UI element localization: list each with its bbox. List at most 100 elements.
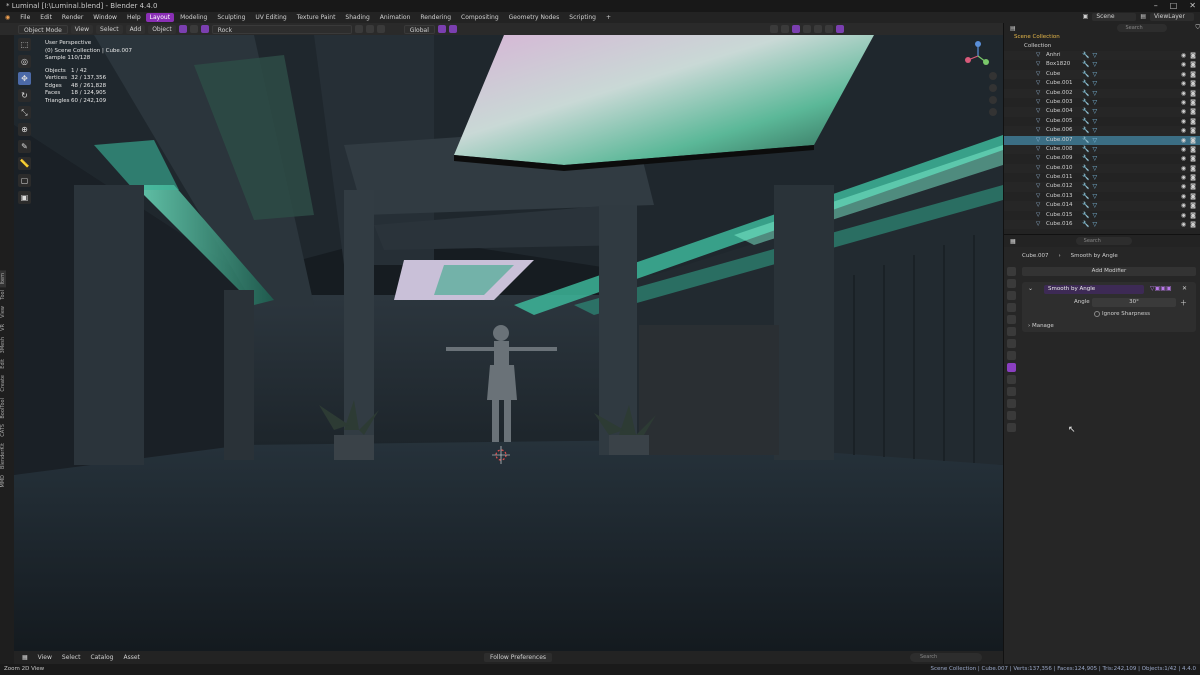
extra-tool-icon[interactable]: ▣	[18, 191, 31, 204]
eye-icon[interactable]: ◉	[1181, 136, 1186, 145]
shading-rendered-icon[interactable]	[835, 25, 844, 33]
measure-icon[interactable]: 📏	[18, 157, 31, 170]
outliner-item[interactable]: ▽ Cube.003 🔧 ▽ ◉ ◙	[1004, 98, 1200, 107]
transform-pivot-icon[interactable]	[200, 25, 209, 33]
transform-icon[interactable]: ⊕	[18, 123, 31, 136]
tab-geometry-nodes[interactable]: Geometry Nodes	[505, 13, 564, 22]
tab-item[interactable]: Item	[0, 270, 6, 288]
outliner-item[interactable]: ▽ Cube.009 🔧 ▽ ◉ ◙	[1004, 154, 1200, 163]
perspective-toggle-icon[interactable]	[989, 108, 997, 116]
tab-blenderkit[interactable]: BlenderKit	[0, 440, 6, 472]
mesh-data-icon[interactable]: ▽	[1092, 220, 1097, 229]
eye-icon[interactable]: ◉	[1181, 201, 1186, 210]
modifier-name-field[interactable]: Smooth by Angle	[1044, 285, 1144, 294]
output-tab-icon[interactable]	[1006, 291, 1016, 300]
filter-icon[interactable]: ⛉	[1195, 24, 1200, 32]
modifier-icon[interactable]: 🔧	[1082, 220, 1089, 229]
modifier-icon[interactable]: 🔧	[1082, 107, 1089, 116]
world-tab-icon[interactable]	[1006, 327, 1016, 336]
tab-uv-editing[interactable]: UV Editing	[251, 13, 290, 22]
modifier-icon[interactable]: 🔧	[1082, 70, 1089, 79]
shading-solid-icon[interactable]	[813, 25, 822, 33]
properties-editor-icon[interactable]: ▦	[1010, 238, 1016, 245]
visibility-icon[interactable]	[769, 25, 778, 33]
eye-icon[interactable]: ◉	[1181, 145, 1186, 154]
camera-icon[interactable]: ◙	[1190, 145, 1196, 154]
mesh-data-icon[interactable]: ▽	[1092, 79, 1097, 88]
3d-viewport[interactable]	[14, 35, 1003, 651]
outliner-item[interactable]: ▽ Cube.001 🔧 ▽ ◉ ◙	[1004, 79, 1200, 88]
eye-icon[interactable]: ◉	[1181, 98, 1186, 107]
modifier-icon[interactable]: 🔧	[1082, 117, 1089, 126]
tab-layout[interactable]: Layout	[145, 13, 175, 22]
outliner-item[interactable]: ▽ Cube.004 🔧 ▽ ◉ ◙	[1004, 107, 1200, 117]
menu-help[interactable]: Help	[122, 14, 146, 21]
pan-icon[interactable]	[989, 84, 997, 92]
scene-tab-icon[interactable]	[1006, 315, 1016, 324]
outliner-item[interactable]: ▽ Anhri 🔧 ▽ ◉ ◙	[1004, 51, 1200, 61]
mesh-data-icon[interactable]: ▽	[1092, 192, 1097, 201]
xray-icon[interactable]	[802, 25, 811, 33]
modifier-icon[interactable]: 🔧	[1082, 145, 1089, 154]
viewport-menu-add[interactable]: Add	[125, 24, 146, 34]
camera-icon[interactable]: ◙	[1190, 164, 1196, 173]
outliner-item[interactable]: ▽ Cube 🔧 ▽ ◉ ◙	[1004, 69, 1200, 80]
zoom-icon[interactable]	[989, 72, 997, 80]
mesh-data-icon[interactable]: ▽	[1092, 51, 1097, 60]
constraints-tab-icon[interactable]	[1006, 399, 1016, 408]
camera-icon[interactable]: ◙	[1190, 126, 1196, 135]
mesh-data-icon[interactable]: ▽	[1092, 164, 1097, 173]
modifier-icon[interactable]: 🔧	[1082, 60, 1089, 69]
checkbox-icon[interactable]	[1094, 311, 1100, 317]
outliner-item[interactable]: ▽ Cube.006 🔧 ▽ ◉ ◙	[1004, 126, 1200, 136]
camera-icon[interactable]: ◙	[1190, 117, 1196, 126]
menu-edit[interactable]: Edit	[35, 14, 57, 21]
eye-icon[interactable]: ◉	[1181, 70, 1186, 79]
eye-icon[interactable]: ◉	[1181, 173, 1186, 182]
mesh-data-icon[interactable]: ▽	[1092, 145, 1097, 154]
menu-file[interactable]: File	[15, 14, 35, 21]
eye-icon[interactable]: ◉	[1181, 107, 1186, 116]
angle-field[interactable]: 30°	[1092, 298, 1176, 307]
annotate-icon[interactable]: ✎	[18, 140, 31, 153]
camera-icon[interactable]: ◙	[1190, 182, 1196, 191]
eye-icon[interactable]: ◉	[1181, 51, 1186, 60]
camera-view-icon[interactable]	[989, 96, 997, 104]
render-tab-icon[interactable]	[1006, 279, 1016, 288]
object-tab-icon[interactable]	[1006, 351, 1016, 360]
modifier-icon[interactable]: 🔧	[1082, 173, 1089, 182]
outliner-item[interactable]: ▽ Cube.005 🔧 ▽ ◉ ◙	[1004, 117, 1200, 126]
material-tab-icon[interactable]	[1006, 423, 1016, 432]
cursor-icon[interactable]: ◎	[18, 55, 31, 68]
tab-create[interactable]: Create	[0, 372, 6, 395]
move-icon[interactable]: ✥	[18, 72, 31, 85]
modifier-icon[interactable]: 🔧	[1082, 98, 1089, 107]
tab-edit[interactable]: Edit	[0, 356, 6, 372]
viewport-menu-object[interactable]: Object	[148, 24, 176, 34]
ignore-sharpness-checkbox[interactable]: Ignore Sharpness	[1094, 311, 1150, 317]
scene-selector[interactable]: Scene	[1092, 13, 1137, 21]
mesh-data-icon[interactable]: ▽	[1092, 201, 1097, 210]
view-layer-selector[interactable]: ViewLayer	[1150, 13, 1194, 21]
overlay-icon[interactable]	[791, 25, 800, 33]
viewport-menu-select[interactable]: Select	[96, 24, 123, 34]
maximize-icon[interactable]: □	[1170, 0, 1178, 12]
eye-icon[interactable]: ◉	[1181, 79, 1186, 88]
physics-tab-icon[interactable]	[1006, 387, 1016, 396]
view-layer-tab-icon[interactable]	[1006, 303, 1016, 312]
tab-compositing[interactable]: Compositing	[457, 13, 503, 22]
mesh-data-icon[interactable]: ▽	[1092, 173, 1097, 182]
eye-icon[interactable]: ◉	[1181, 117, 1186, 126]
tab-rendering[interactable]: Rendering	[416, 13, 455, 22]
camera-icon[interactable]: ◙	[1190, 107, 1196, 116]
eye-icon[interactable]: ◉	[1181, 89, 1186, 98]
modifier-tab-icon[interactable]	[1006, 363, 1016, 372]
tab-3mesh[interactable]: 3Mesh	[0, 334, 6, 356]
add-cube-icon[interactable]: ▢	[18, 174, 31, 187]
close-icon[interactable]: ✕	[1182, 285, 1187, 292]
outliner-item[interactable]: ▽ Cube.002 🔧 ▽ ◉ ◙	[1004, 88, 1200, 98]
tab-shading[interactable]: Shading	[341, 13, 373, 22]
outliner-item[interactable]: ▽ Cube.012 🔧 ▽ ◉ ◙	[1004, 182, 1200, 192]
asset-menu-asset[interactable]: Asset	[123, 654, 139, 661]
tab-tool[interactable]: Tool	[0, 287, 6, 303]
